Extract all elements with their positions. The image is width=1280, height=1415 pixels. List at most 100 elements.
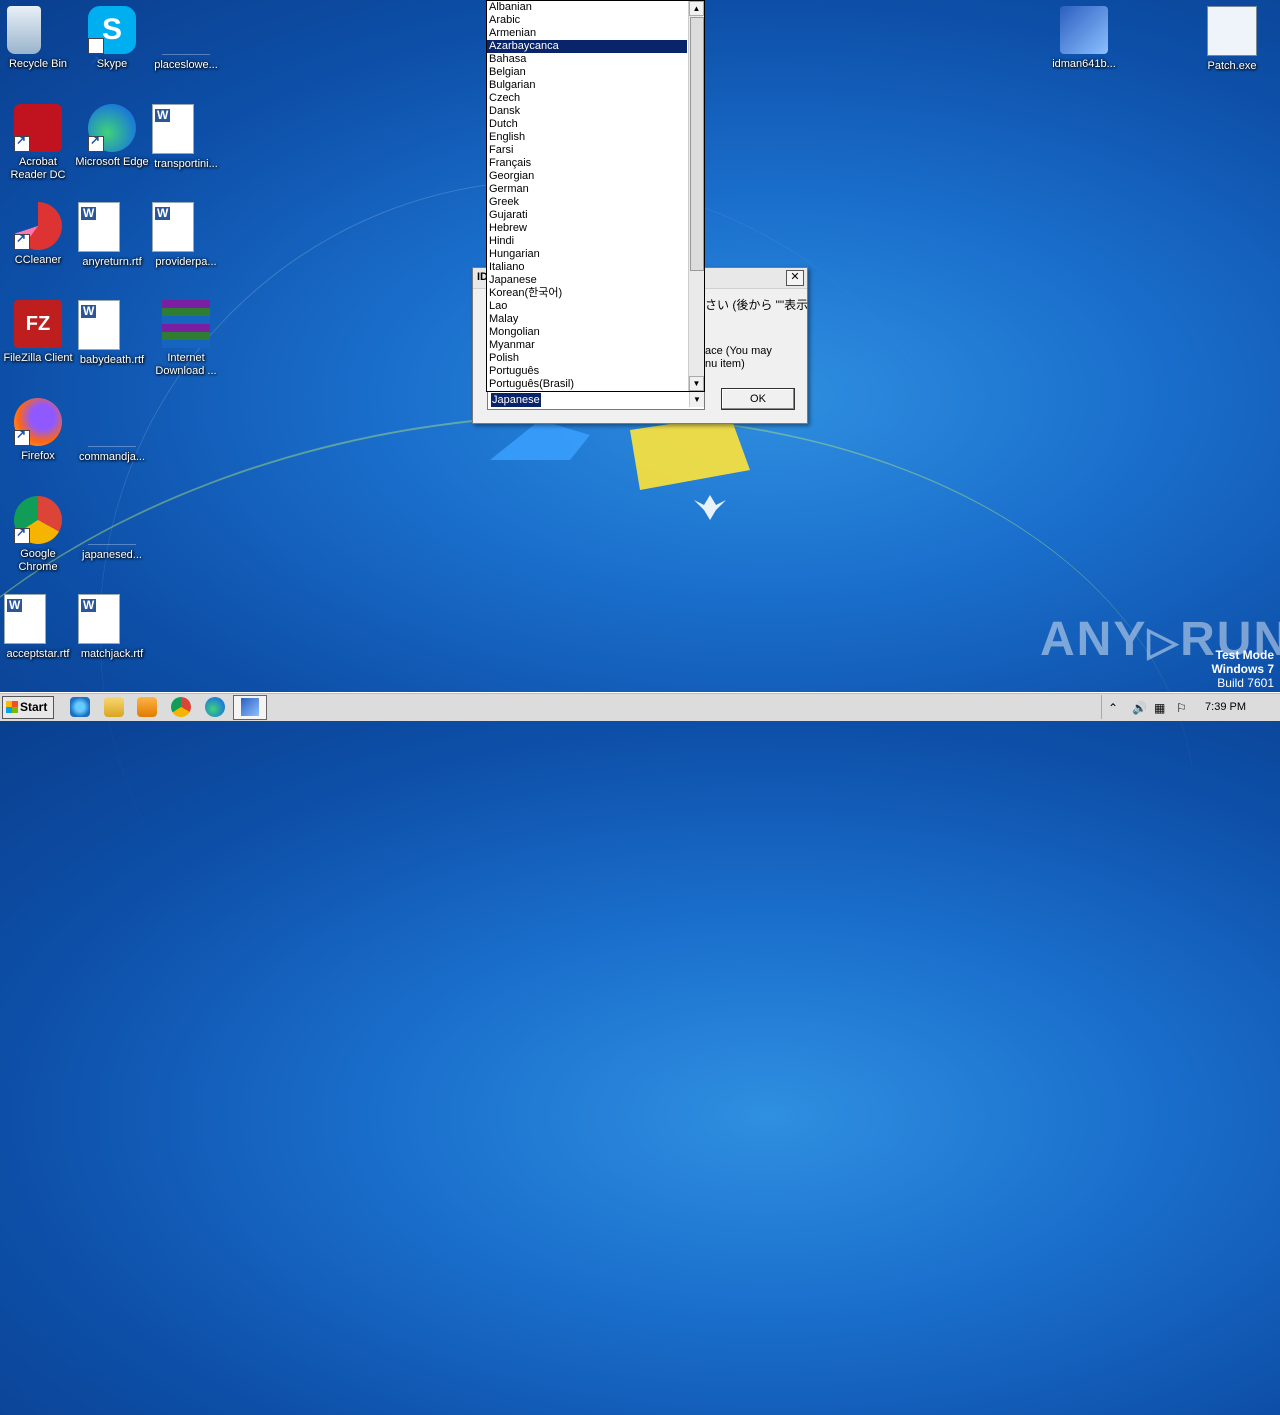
language-option[interactable]: Hebrew — [487, 222, 687, 235]
desktop-icon[interactable]: Recycle Bin — [0, 0, 76, 90]
build-label: Build 7601 — [1217, 676, 1274, 690]
language-option[interactable]: Malay — [487, 313, 687, 326]
shortcut-arrow-icon — [88, 134, 104, 152]
test-mode-notice: Test Mode Windows 7 Build 7601 — [1211, 648, 1274, 690]
desktop-icon-label: acceptstar.rtf — [6, 648, 70, 660]
language-option[interactable]: Lao — [487, 300, 687, 313]
language-option[interactable]: Dutch — [487, 118, 687, 131]
desktop-icon[interactable]: Wbabydeath.rtf — [74, 294, 150, 384]
word-badge-icon: W — [81, 206, 97, 220]
language-option[interactable]: Greek — [487, 196, 687, 209]
desktop-icon[interactable]: FZ FileZilla Client — [0, 294, 76, 384]
shortcut-arrow-icon — [14, 526, 30, 544]
test-mode-label: Test Mode — [1215, 648, 1274, 662]
language-option[interactable]: Mongolian — [487, 326, 687, 339]
language-option[interactable]: English — [487, 131, 687, 144]
language-option[interactable]: Czech — [487, 92, 687, 105]
language-option[interactable]: Italiano — [487, 261, 687, 274]
edge-taskbar-icon[interactable] — [205, 697, 225, 717]
ccleaner-icon — [14, 202, 62, 250]
word-doc-icon: W — [78, 202, 120, 252]
ok-button[interactable]: OK — [721, 388, 795, 410]
installer-icon — [1060, 6, 1108, 54]
action-center-flag-icon[interactable]: ⚐ — [1176, 701, 1187, 715]
desktop-icon[interactable]: idman641b... — [1046, 0, 1122, 90]
language-option[interactable]: Hindi — [487, 235, 687, 248]
language-option[interactable]: Myanmar — [487, 339, 687, 352]
clock[interactable]: 7:39 PM — [1205, 701, 1246, 713]
word-doc-icon: W — [4, 594, 46, 644]
desktop-icon[interactable]: Wmatchjack.rtf — [74, 588, 150, 678]
language-option[interactable]: Georgian — [487, 170, 687, 183]
language-option[interactable]: Albanian — [487, 1, 687, 14]
desktop-icon[interactable]: Microsoft Edge — [74, 98, 150, 188]
dialog-note-line2: nu item) — [705, 358, 745, 370]
desktop-icon[interactable]: Acrobat Reader DC — [0, 98, 76, 188]
desktop-icon[interactable]: placeslowe... — [148, 0, 224, 90]
language-dropdown-list[interactable]: Albanian Arabic Armenian Azarbaycanca Bahasa… — [486, 0, 705, 392]
desktop-icon[interactable]: japanesed... — [74, 490, 150, 580]
show-hidden-icons-icon[interactable]: ⌃ — [1108, 701, 1118, 715]
scroll-down-icon[interactable]: ▼ — [689, 376, 704, 391]
desktop-icon-label: placeslowe... — [154, 59, 218, 71]
active-installer-task[interactable] — [233, 695, 267, 720]
language-option[interactable]: Japanese — [487, 274, 687, 287]
scroll-up-icon[interactable]: ▲ — [689, 1, 704, 16]
desktop-icon[interactable]: Internet Download ... — [148, 294, 224, 384]
dropdown-scrollbar[interactable]: ▲ ▼ — [688, 1, 704, 391]
taskbar: Start ⌃ 🔊 ▦ ⚐ 7:39 PM — [0, 692, 1280, 721]
language-option[interactable]: Português(Brasil) — [487, 378, 687, 391]
blank-file-icon — [88, 398, 136, 447]
language-option[interactable]: Français — [487, 157, 687, 170]
dialog-message: さい (後から ""表示 — [705, 298, 809, 312]
desktop-icon[interactable]: CCleaner — [0, 196, 76, 286]
language-option[interactable]: Belgian — [487, 66, 687, 79]
explorer-folder-icon[interactable] — [104, 697, 124, 717]
network-icon[interactable]: ▦ — [1154, 701, 1165, 715]
desktop-icon-label: Microsoft Edge — [75, 156, 149, 168]
word-badge-icon: W — [81, 304, 97, 318]
language-select-value: Japanese — [491, 393, 541, 407]
desktop-icon[interactable]: Wproviderpa... — [148, 196, 224, 286]
desktop-icon[interactable]: Patch.exe — [1194, 0, 1270, 90]
language-option[interactable]: Arabic — [487, 14, 687, 27]
desktop-icon[interactable]: Wtransportini... — [148, 98, 224, 188]
media-player-icon[interactable] — [137, 697, 157, 717]
desktop-icon-label: providerpa... — [155, 256, 217, 268]
desktop-icon[interactable]: Google Chrome — [0, 490, 76, 580]
winrar-icon — [162, 300, 210, 348]
watermark-any: ANY — [1040, 613, 1148, 666]
desktop-icon-label: Skype — [96, 58, 128, 70]
language-option[interactable]: Farsi — [487, 144, 687, 157]
language-option[interactable]: Polish — [487, 352, 687, 365]
start-button[interactable]: Start — [2, 696, 54, 719]
desktop-icon[interactable]: commandja... — [74, 392, 150, 482]
desktop-icon[interactable]: Wanyreturn.rtf — [74, 196, 150, 286]
language-option[interactable]: Gujarati — [487, 209, 687, 222]
scroll-thumb[interactable] — [690, 17, 704, 271]
desktop-icon[interactable]: SSkype — [74, 0, 150, 90]
desktop-icon-label: Firefox — [21, 450, 55, 462]
desktop-icon[interactable]: Firefox — [0, 392, 76, 482]
start-label: Start — [20, 700, 48, 714]
close-icon[interactable]: ✕ — [786, 270, 804, 286]
chevron-down-icon[interactable]: ▼ — [689, 392, 704, 407]
desktop-icon-label: Acrobat Reader DC — [10, 156, 66, 181]
language-option[interactable]: Bahasa — [487, 53, 687, 66]
language-option[interactable]: Hungarian — [487, 248, 687, 261]
language-option[interactable]: Azarbaycanca — [487, 40, 687, 53]
word-badge-icon: W — [7, 598, 23, 612]
language-select[interactable]: Japanese ▼ — [487, 391, 705, 410]
desktop-icon[interactable]: Wacceptstar.rtf — [0, 588, 76, 678]
internet-explorer-icon[interactable] — [70, 697, 90, 717]
chrome-taskbar-icon[interactable] — [171, 697, 191, 717]
language-option[interactable]: Dansk — [487, 105, 687, 118]
volume-icon[interactable]: 🔊 — [1132, 701, 1147, 715]
language-option[interactable]: Bulgarian — [487, 79, 687, 92]
language-option[interactable]: Korean(한국어) — [487, 287, 687, 300]
blank-file-icon — [88, 496, 136, 545]
language-option[interactable]: Armenian — [487, 27, 687, 40]
shortcut-arrow-icon — [14, 428, 30, 446]
language-option[interactable]: Português — [487, 365, 687, 378]
language-option[interactable]: German — [487, 183, 687, 196]
